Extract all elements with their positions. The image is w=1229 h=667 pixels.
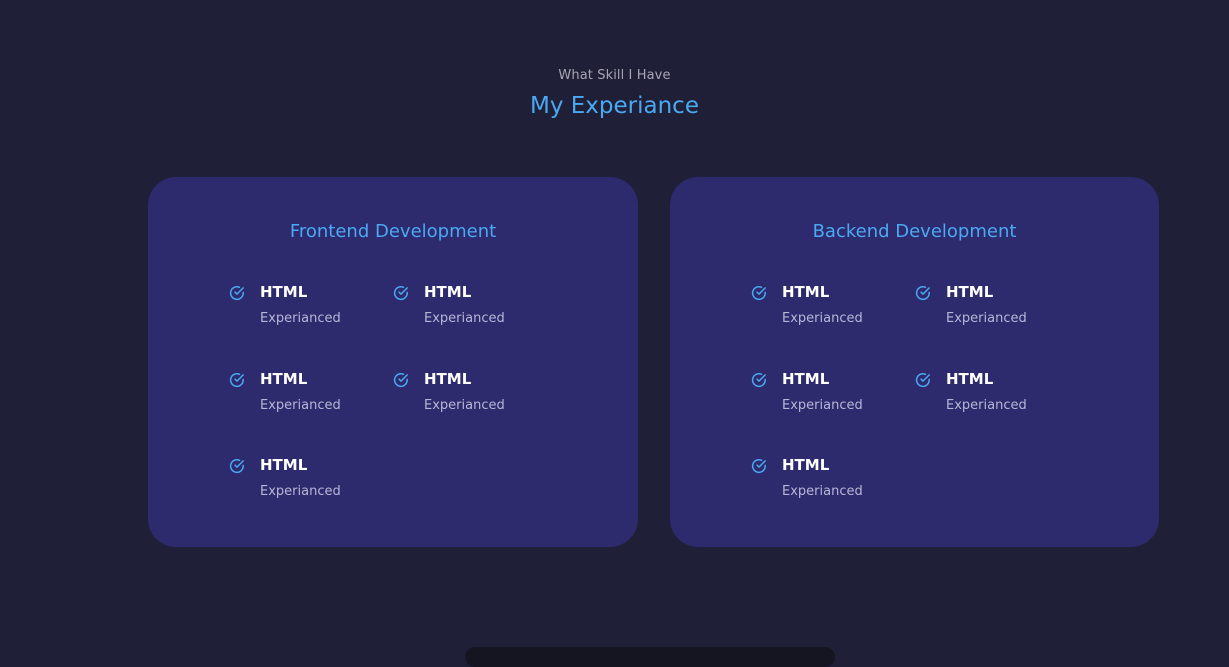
skill-name: HTML	[782, 369, 830, 388]
skill-item: HTML Experianced	[751, 283, 915, 370]
skill-name: HTML	[782, 456, 830, 474]
check-circle-icon	[229, 286, 244, 301]
skill-item: HTML Experianced	[229, 370, 393, 457]
skill-item: HTML Experianced	[751, 456, 915, 543]
skill-level: Experianced	[782, 397, 863, 413]
skill-name: HTML	[424, 369, 472, 388]
check-circle-icon	[915, 286, 930, 301]
backend-card: Backend Development HTML Experianced HTM…	[670, 177, 1159, 547]
frontend-card-title: Frontend Development	[289, 221, 497, 242]
skill-item: HTML Experianced	[393, 283, 557, 370]
skill-item: HTML Experianced	[915, 370, 1079, 457]
skill-name: HTML	[260, 456, 308, 474]
skill-level: Experianced	[260, 397, 341, 413]
skill-item: HTML Experianced	[393, 370, 557, 457]
skill-level: Experianced	[946, 397, 1027, 413]
check-circle-icon	[751, 286, 766, 301]
check-circle-icon	[915, 372, 930, 387]
skill-level: Experianced	[424, 397, 505, 413]
backend-card-title: Backend Development	[812, 221, 1017, 242]
skill-item: HTML Experianced	[915, 283, 1079, 370]
skill-level: Experianced	[260, 484, 341, 499]
check-circle-icon	[229, 459, 244, 474]
skill-name: HTML	[424, 283, 472, 301]
frontend-card: Frontend Development HTML Experianced HT…	[148, 177, 638, 547]
backend-skill-list: HTML Experianced HTML Experianced HTML E…	[751, 283, 1091, 543]
next-section-edge	[465, 647, 835, 667]
skill-item: HTML Experianced	[229, 283, 393, 370]
skill-name: HTML	[260, 369, 308, 388]
skill-name: HTML	[946, 283, 994, 301]
skill-name: HTML	[946, 369, 994, 388]
section-subtitle: What Skill I Have	[558, 68, 671, 83]
section-title: My Experiance	[530, 93, 699, 119]
check-circle-icon	[229, 372, 244, 387]
skill-name: HTML	[782, 283, 830, 301]
skill-level: Experianced	[946, 311, 1027, 326]
check-circle-icon	[393, 286, 408, 301]
skill-name: HTML	[260, 283, 308, 301]
skill-item: HTML Experianced	[229, 456, 393, 543]
skill-item: HTML Experianced	[751, 370, 915, 457]
skill-level: Experianced	[260, 311, 341, 326]
skill-level: Experianced	[782, 484, 863, 499]
check-circle-icon	[751, 372, 766, 387]
check-circle-icon	[393, 372, 408, 387]
skill-level: Experianced	[782, 311, 863, 326]
check-circle-icon	[751, 459, 766, 474]
skill-level: Experianced	[424, 311, 505, 326]
frontend-skill-list: HTML Experianced HTML Experianced HTML E…	[229, 283, 569, 543]
